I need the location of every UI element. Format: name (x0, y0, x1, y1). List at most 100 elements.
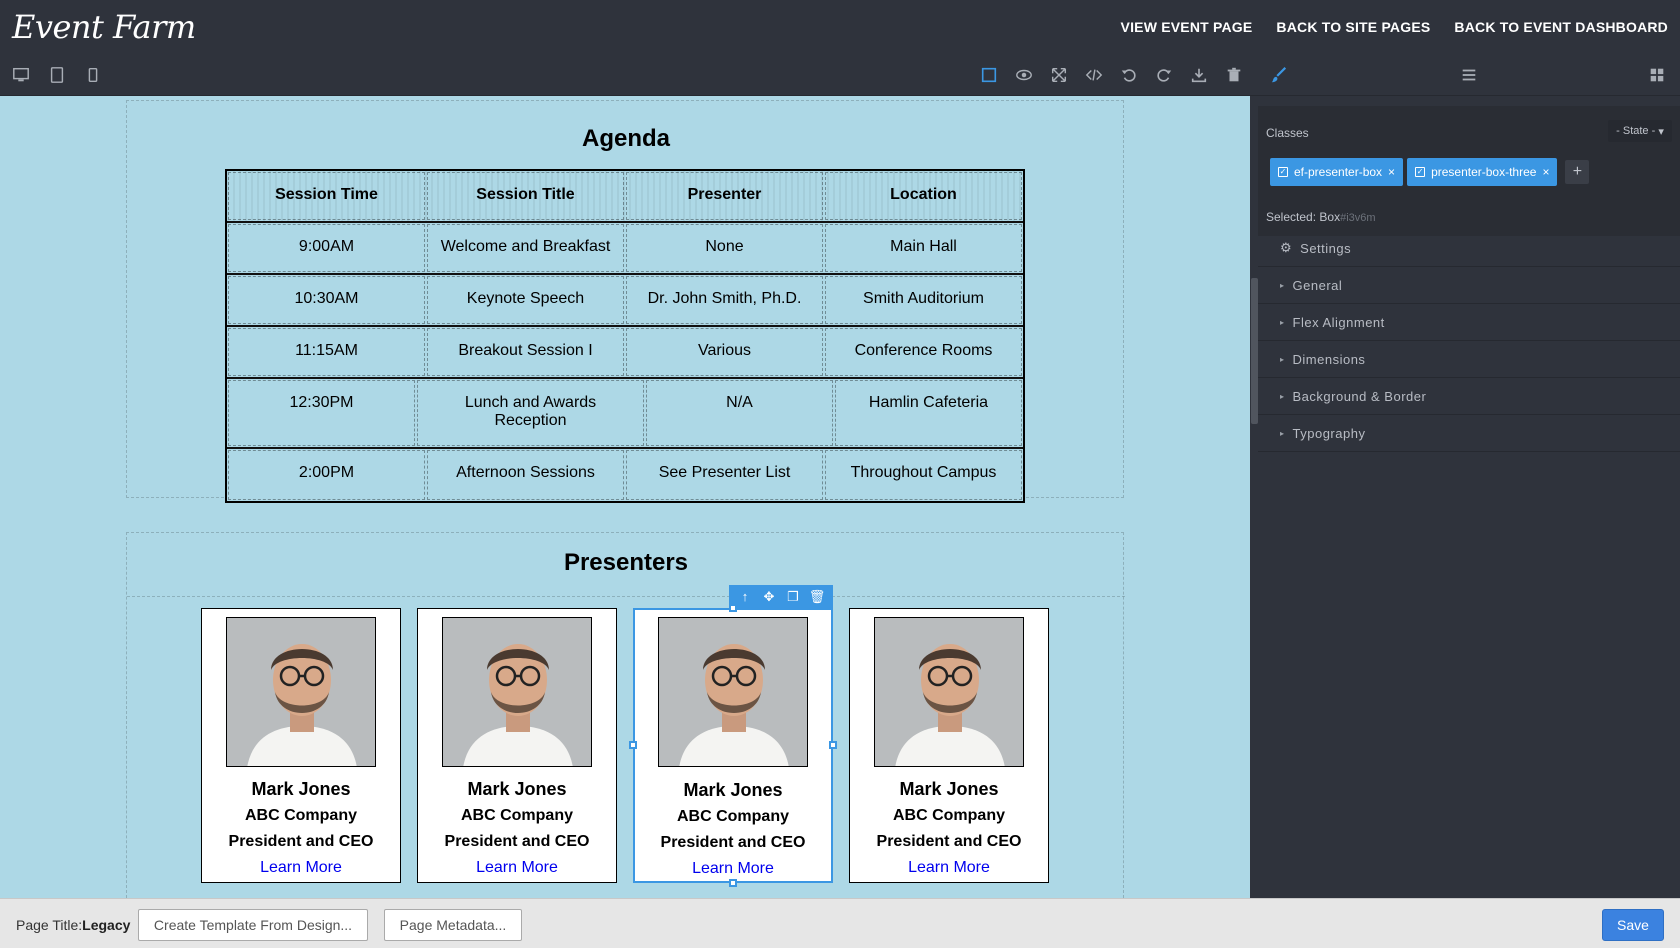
presenter-company[interactable]: ABC Company (202, 807, 400, 825)
code-icon[interactable] (1083, 64, 1105, 86)
table-cell[interactable]: Various (626, 328, 823, 376)
paint-brush-icon[interactable] (1268, 64, 1290, 86)
preview-eye-icon[interactable] (1013, 64, 1035, 86)
fullscreen-icon[interactable] (1048, 64, 1070, 86)
class-tag[interactable]: ✓ ef-presenter-box × (1270, 158, 1404, 186)
presenter-name[interactable]: Mark Jones (202, 779, 400, 800)
sector-typography[interactable]: ▸ Typography (1258, 415, 1680, 452)
presenter-photo[interactable] (226, 617, 376, 767)
trash-icon[interactable] (1223, 64, 1245, 86)
state-select[interactable]: - State - ▾ (1608, 120, 1672, 142)
presenter-card[interactable]: Mark Jones ABC Company President and CEO… (417, 608, 617, 883)
table-cell[interactable]: Lunch and Awards Reception (417, 380, 644, 446)
learn-more-link[interactable]: Learn More (418, 859, 616, 877)
table-cell[interactable]: Afternoon Sessions (427, 450, 624, 500)
event-farm-logo[interactable]: Event Farm (12, 8, 196, 46)
sector-flex-alignment[interactable]: ▸ Flex Alignment (1258, 304, 1680, 341)
resize-handle-right[interactable] (829, 741, 837, 749)
sector-dimensions[interactable]: ▸ Dimensions (1258, 341, 1680, 378)
table-cell[interactable]: Hamlin Cafeteria (835, 380, 1022, 446)
move-icon[interactable]: ✥ (759, 589, 779, 605)
presenter-company[interactable]: ABC Company (635, 808, 831, 826)
layers-icon[interactable] (1458, 64, 1480, 86)
add-class-button[interactable]: + (1565, 160, 1590, 184)
style-sectors: ⚙ Settings ▸ General ▸ Flex Alignment ▸ Dime… (1258, 230, 1680, 452)
table-cell[interactable]: 12:30PM (228, 380, 415, 446)
tablet-icon[interactable] (46, 64, 68, 86)
table-cell[interactable]: Breakout Session I (427, 328, 624, 376)
caret-right-icon: ▸ (1280, 354, 1285, 364)
presenter-card-selected[interactable]: Mark Jones ABC Company President and CEO… (633, 608, 833, 883)
table-cell[interactable]: Welcome and Breakfast (427, 224, 624, 272)
close-icon[interactable]: × (1388, 165, 1395, 179)
presenter-name[interactable]: Mark Jones (418, 779, 616, 800)
canvas-scrollbar-track[interactable] (1250, 96, 1258, 898)
table-cell[interactable]: Keynote Speech (427, 276, 624, 324)
table-cell[interactable]: Conference Rooms (825, 328, 1022, 376)
table-cell[interactable]: Smith Auditorium (825, 276, 1022, 324)
learn-more-link[interactable]: Learn More (850, 859, 1048, 877)
presenter-photo[interactable] (874, 617, 1024, 767)
presenter-company[interactable]: ABC Company (418, 807, 616, 825)
learn-more-link[interactable]: Learn More (635, 860, 831, 878)
table-cell[interactable]: 9:00AM (228, 224, 425, 272)
presenters-heading[interactable]: Presenters (127, 549, 1125, 577)
resize-handle-left[interactable] (629, 741, 637, 749)
presenter-photo[interactable] (442, 617, 592, 767)
close-icon[interactable]: × (1542, 165, 1549, 179)
table-cell[interactable]: None (626, 224, 823, 272)
header-location[interactable]: Location (825, 172, 1022, 220)
redo-icon[interactable] (1153, 64, 1175, 86)
learn-more-link[interactable]: Learn More (202, 859, 400, 877)
presenter-company[interactable]: ABC Company (850, 807, 1048, 825)
sector-background-border[interactable]: ▸ Background & Border (1258, 378, 1680, 415)
checkbox-icon[interactable]: ✓ (1415, 167, 1426, 177)
create-template-button[interactable]: Create Template From Design... (138, 909, 368, 941)
sector-general[interactable]: ▸ General (1258, 267, 1680, 304)
presenter-name[interactable]: Mark Jones (850, 779, 1048, 800)
blocks-icon[interactable] (1646, 64, 1668, 86)
table-cell[interactable]: Throughout Campus (825, 450, 1022, 500)
presenter-role[interactable]: President and CEO (635, 834, 831, 852)
undo-icon[interactable] (1118, 64, 1140, 86)
presenter-name[interactable]: Mark Jones (635, 780, 831, 801)
delete-icon[interactable]: 🗑 (807, 589, 827, 605)
clone-icon[interactable]: ❐ (783, 589, 803, 605)
table-cell[interactable]: 2:00PM (228, 450, 425, 500)
view-event-page-link[interactable]: VIEW EVENT PAGE (1121, 19, 1253, 35)
presenter-photo[interactable] (658, 617, 808, 767)
header-session-time[interactable]: Session Time (228, 172, 425, 220)
table-cell[interactable]: Dr. John Smith, Ph.D. (626, 276, 823, 324)
table-cell[interactable]: 11:15AM (228, 328, 425, 376)
agenda-table[interactable]: Session Time Session Title Presenter Loc… (225, 169, 1025, 503)
presenter-role[interactable]: President and CEO (850, 833, 1048, 851)
presenter-role[interactable]: President and CEO (418, 833, 616, 851)
download-icon[interactable] (1188, 64, 1210, 86)
table-cell[interactable]: Main Hall (825, 224, 1022, 272)
mobile-icon[interactable] (82, 64, 104, 86)
outline-icon[interactable] (978, 64, 1000, 86)
page-metadata-button[interactable]: Page Metadata... (384, 909, 522, 941)
table-cell[interactable]: N/A (646, 380, 833, 446)
back-to-event-dashboard-link[interactable]: BACK TO EVENT DASHBOARD (1454, 19, 1668, 35)
class-tag[interactable]: ✓ presenter-box-three × (1407, 158, 1558, 186)
resize-handle-top[interactable] (729, 604, 737, 612)
presenter-card[interactable]: Mark Jones ABC Company President and CEO… (849, 608, 1049, 883)
agenda-heading[interactable]: Agenda (127, 125, 1125, 153)
sector-settings[interactable]: ⚙ Settings (1258, 230, 1680, 267)
header-presenter[interactable]: Presenter (626, 172, 823, 220)
select-parent-icon[interactable]: ↑ (735, 589, 755, 604)
table-cell[interactable]: See Presenter List (626, 450, 823, 500)
desktop-icon[interactable] (10, 64, 32, 86)
canvas-scrollbar-thumb[interactable] (1251, 278, 1258, 424)
checkbox-icon[interactable]: ✓ (1278, 167, 1288, 177)
back-to-site-pages-link[interactable]: BACK TO SITE PAGES (1276, 19, 1430, 35)
save-button[interactable]: Save (1602, 909, 1664, 941)
presenter-card[interactable]: Mark Jones ABC Company President and CEO… (201, 608, 401, 883)
table-row: 2:00PM Afternoon Sessions See Presenter … (227, 449, 1023, 501)
design-canvas[interactable]: Agenda Session Time Session Title Presen… (0, 96, 1250, 898)
resize-handle-bottom[interactable] (729, 879, 737, 887)
table-cell[interactable]: 10:30AM (228, 276, 425, 324)
header-session-title[interactable]: Session Title (427, 172, 624, 220)
presenter-role[interactable]: President and CEO (202, 833, 400, 851)
